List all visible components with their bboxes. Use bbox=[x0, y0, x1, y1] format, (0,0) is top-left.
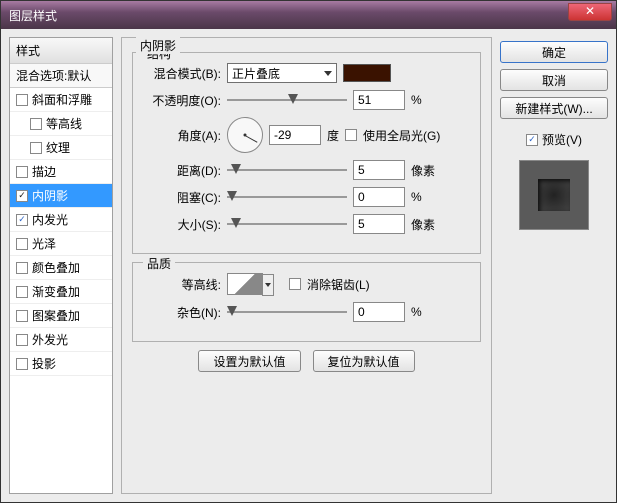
choke-slider[interactable] bbox=[227, 189, 347, 205]
quality-group: 品质 等高线: 消除锯齿(L) 杂色(N): % bbox=[132, 262, 481, 342]
sidebar-item-satin[interactable]: 光泽 bbox=[10, 232, 112, 256]
contour-label: 等高线: bbox=[145, 276, 221, 293]
preview-inner bbox=[538, 179, 570, 211]
color-swatch[interactable] bbox=[343, 64, 391, 82]
angle-dial[interactable] bbox=[227, 117, 263, 153]
checkbox-icon[interactable] bbox=[16, 310, 28, 322]
checkbox-icon[interactable] bbox=[16, 94, 28, 106]
checkbox-icon[interactable] bbox=[16, 358, 28, 370]
reset-default-label: 复位为默认值 bbox=[328, 353, 400, 370]
checkbox-icon[interactable] bbox=[16, 214, 28, 226]
titlebar[interactable]: 图层样式 ✕ bbox=[1, 1, 616, 29]
noise-label: 杂色(N): bbox=[145, 304, 221, 321]
choke-input[interactable] bbox=[353, 187, 405, 207]
choke-label: 阻塞(C): bbox=[145, 189, 221, 206]
blend-mode-label: 混合模式(B): bbox=[145, 65, 221, 82]
close-button[interactable]: ✕ bbox=[568, 3, 612, 21]
noise-slider[interactable] bbox=[227, 304, 347, 320]
sidebar-item-color-overlay[interactable]: 颜色叠加 bbox=[10, 256, 112, 280]
sidebar-item-label: 描边 bbox=[32, 163, 56, 180]
opacity-unit: % bbox=[411, 93, 441, 107]
checkbox-icon[interactable] bbox=[16, 334, 28, 346]
ok-button[interactable]: 确定 bbox=[500, 41, 608, 63]
size-unit: 像素 bbox=[411, 216, 441, 233]
sidebar-item-gradient-overlay[interactable]: 渐变叠加 bbox=[10, 280, 112, 304]
checkbox-icon[interactable] bbox=[16, 238, 28, 250]
sidebar-item-label: 等高线 bbox=[46, 115, 82, 132]
sidebar-item-label: 内阴影 bbox=[32, 187, 68, 204]
distance-label: 距离(D): bbox=[145, 162, 221, 179]
sidebar-item-drop-shadow[interactable]: 投影 bbox=[10, 352, 112, 376]
sidebar-blend-options[interactable]: 混合选项:默认 bbox=[10, 64, 112, 88]
antialias-checkbox[interactable] bbox=[289, 278, 301, 290]
distance-unit: 像素 bbox=[411, 162, 441, 179]
sidebar-item-outer-glow[interactable]: 外发光 bbox=[10, 328, 112, 352]
sidebar-item-pattern-overlay[interactable]: 图案叠加 bbox=[10, 304, 112, 328]
sidebar-item-inner-glow[interactable]: 内发光 bbox=[10, 208, 112, 232]
sidebar-item-label: 图案叠加 bbox=[32, 307, 80, 324]
angle-input[interactable] bbox=[269, 125, 321, 145]
sidebar-blend-label: 混合选项:默认 bbox=[16, 67, 91, 84]
set-default-label: 设置为默认值 bbox=[213, 353, 285, 370]
sidebar-item-label: 纹理 bbox=[46, 139, 70, 156]
opacity-slider[interactable] bbox=[227, 92, 347, 108]
noise-unit: % bbox=[411, 305, 441, 319]
opacity-label: 不透明度(O): bbox=[145, 92, 221, 109]
layer-style-dialog: 图层样式 ✕ 样式 混合选项:默认 斜面和浮雕 等高线 纹理 描边 内阴影 内发… bbox=[0, 0, 617, 503]
blend-mode-select[interactable]: 正片叠底 bbox=[227, 63, 337, 83]
global-light-label: 使用全局光(G) bbox=[363, 127, 440, 144]
checkbox-icon[interactable] bbox=[16, 262, 28, 274]
window-title: 图层样式 bbox=[9, 7, 57, 24]
checkbox-icon[interactable] bbox=[16, 166, 28, 178]
size-label: 大小(S): bbox=[145, 216, 221, 233]
distance-input[interactable] bbox=[353, 160, 405, 180]
reset-default-button[interactable]: 复位为默认值 bbox=[313, 350, 415, 372]
choke-unit: % bbox=[411, 190, 441, 204]
preview-thumbnail bbox=[519, 160, 589, 230]
sidebar-item-label: 投影 bbox=[32, 355, 56, 372]
size-input[interactable] bbox=[353, 214, 405, 234]
opacity-input[interactable] bbox=[353, 90, 405, 110]
sidebar-item-stroke[interactable]: 描边 bbox=[10, 160, 112, 184]
sidebar-header: 样式 bbox=[10, 38, 112, 64]
checkbox-icon[interactable] bbox=[16, 286, 28, 298]
noise-input[interactable] bbox=[353, 302, 405, 322]
sidebar-item-label: 光泽 bbox=[32, 235, 56, 252]
sidebar-item-texture[interactable]: 纹理 bbox=[10, 136, 112, 160]
quality-legend: 品质 bbox=[143, 255, 175, 272]
global-light-checkbox[interactable] bbox=[345, 129, 357, 141]
checkbox-icon[interactable] bbox=[30, 118, 42, 130]
sidebar-item-label: 渐变叠加 bbox=[32, 283, 80, 300]
sidebar-item-label: 内发光 bbox=[32, 211, 68, 228]
preview-checkbox[interactable] bbox=[526, 134, 538, 146]
sidebar-item-bevel[interactable]: 斜面和浮雕 bbox=[10, 88, 112, 112]
angle-unit: 度 bbox=[327, 127, 339, 144]
ok-label: 确定 bbox=[542, 44, 566, 61]
settings-panel: 内阴影 结构 混合模式(B): 正片叠底 不透明度(O): % bbox=[121, 37, 492, 494]
new-style-label: 新建样式(W)... bbox=[515, 100, 592, 117]
cancel-label: 取消 bbox=[542, 72, 566, 89]
checkbox-icon[interactable] bbox=[16, 190, 28, 202]
close-icon: ✕ bbox=[585, 4, 595, 18]
sidebar-item-label: 外发光 bbox=[32, 331, 68, 348]
dialog-buttons: 确定 取消 新建样式(W)... 预览(V) bbox=[500, 37, 608, 494]
contour-picker[interactable] bbox=[227, 273, 263, 295]
size-slider[interactable] bbox=[227, 216, 347, 232]
sidebar-item-inner-shadow[interactable]: 内阴影 bbox=[10, 184, 112, 208]
set-default-button[interactable]: 设置为默认值 bbox=[198, 350, 300, 372]
new-style-button[interactable]: 新建样式(W)... bbox=[500, 97, 608, 119]
antialias-label: 消除锯齿(L) bbox=[307, 276, 370, 293]
angle-label: 角度(A): bbox=[145, 127, 221, 144]
checkbox-icon[interactable] bbox=[30, 142, 42, 154]
preview-label: 预览(V) bbox=[542, 131, 582, 148]
distance-slider[interactable] bbox=[227, 162, 347, 178]
sidebar-item-contour[interactable]: 等高线 bbox=[10, 112, 112, 136]
styles-sidebar: 样式 混合选项:默认 斜面和浮雕 等高线 纹理 描边 内阴影 内发光 光泽 颜色… bbox=[9, 37, 113, 494]
sidebar-item-label: 颜色叠加 bbox=[32, 259, 80, 276]
panel-title: 内阴影 bbox=[136, 37, 180, 54]
blend-mode-value: 正片叠底 bbox=[232, 65, 280, 82]
cancel-button[interactable]: 取消 bbox=[500, 69, 608, 91]
structure-group: 结构 混合模式(B): 正片叠底 不透明度(O): % 角度(A): bbox=[132, 52, 481, 254]
sidebar-item-label: 斜面和浮雕 bbox=[32, 91, 92, 108]
